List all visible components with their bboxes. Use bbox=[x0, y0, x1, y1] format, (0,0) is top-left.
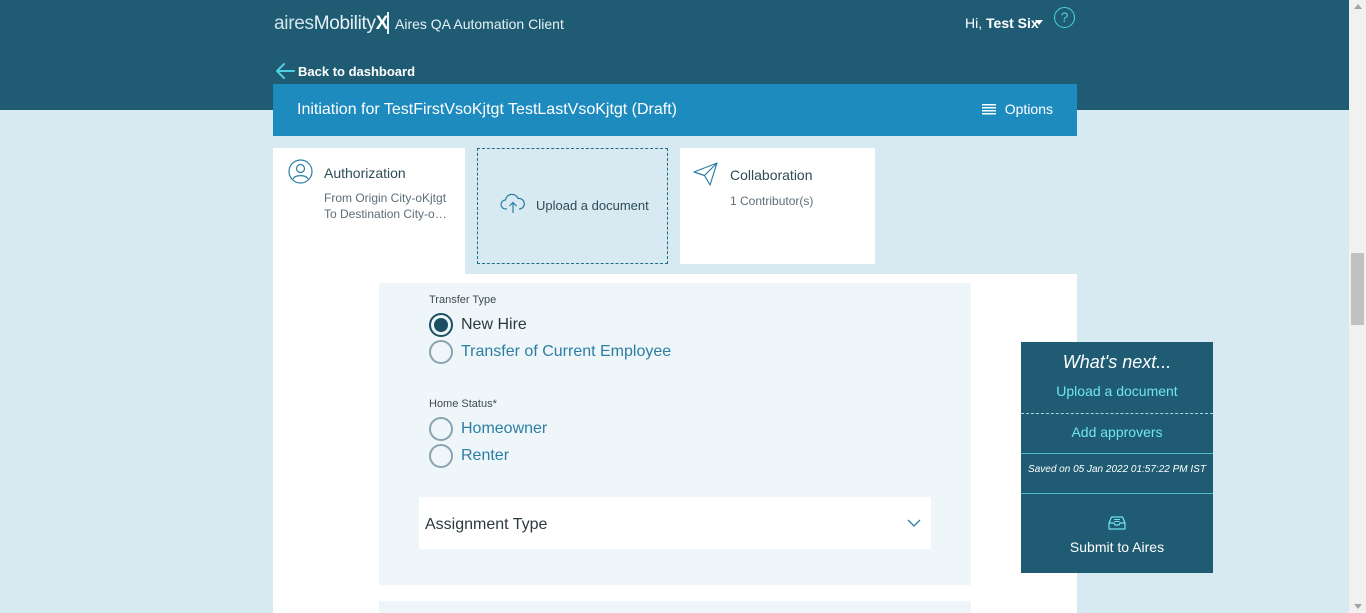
radio-button[interactable] bbox=[429, 417, 453, 441]
assignment-type-dropdown[interactable]: Assignment Type bbox=[419, 497, 931, 549]
user-icon bbox=[288, 159, 313, 184]
help-icon[interactable]: ? bbox=[1054, 7, 1075, 28]
authorization-title: Authorization bbox=[324, 165, 406, 181]
user-name: Test Six bbox=[986, 15, 1039, 31]
collaboration-card[interactable]: Collaboration 1 Contributor(s) bbox=[680, 148, 875, 264]
whats-next-title: What's next... bbox=[1062, 352, 1172, 372]
transfer-type-label: Transfer Type bbox=[429, 294, 497, 306]
chevron-down-icon[interactable] bbox=[1035, 20, 1043, 25]
upload-document-card[interactable]: Upload a document bbox=[477, 148, 668, 264]
upload-document-link[interactable]: Upload a document bbox=[1021, 383, 1213, 399]
radio-new-hire[interactable]: New Hire bbox=[429, 313, 527, 337]
back-to-dashboard-link[interactable]: Back to dashboard bbox=[275, 60, 415, 82]
inbox-icon bbox=[1108, 516, 1126, 530]
client-name: Aires QA Automation Client bbox=[395, 16, 564, 32]
page-title: Initiation for TestFirstVsoKjtgt TestLas… bbox=[297, 101, 677, 118]
radio-transfer-current-employee[interactable]: Transfer of Current Employee bbox=[429, 340, 671, 364]
brand-mobility: Mobility bbox=[313, 13, 376, 34]
arrow-left-icon bbox=[276, 63, 295, 79]
cloud-upload-icon bbox=[500, 193, 525, 213]
divider bbox=[1021, 453, 1213, 454]
chevron-down-icon bbox=[907, 519, 921, 527]
destination-city: To Destination City-oKjtgt bbox=[324, 207, 454, 221]
back-label: Back to dashboard bbox=[298, 63, 416, 79]
scroll-down-icon[interactable] bbox=[1354, 604, 1362, 609]
user-menu[interactable]: Hi, Test Six bbox=[965, 15, 1039, 31]
brand-prefix: aires bbox=[274, 13, 314, 34]
radio-button[interactable] bbox=[429, 313, 453, 337]
next-form-section bbox=[379, 601, 971, 613]
page-scrollbar[interactable] bbox=[1349, 0, 1366, 613]
page-title-bar: Initiation for TestFirstVsoKjtgt TestLas… bbox=[273, 84, 1077, 136]
submit-to-aires-button[interactable]: Submit to Aires bbox=[1021, 494, 1213, 573]
options-button[interactable]: Options bbox=[981, 101, 1053, 117]
radio-renter[interactable]: Renter bbox=[429, 444, 509, 468]
upload-document-label: Upload a document bbox=[536, 198, 649, 213]
menu-icon bbox=[981, 103, 996, 114]
contributors-count: 1 Contributor(s) bbox=[730, 194, 814, 208]
add-approvers-link[interactable]: Add approvers bbox=[1021, 424, 1213, 440]
home-status-label: Home Status* bbox=[429, 398, 497, 410]
whats-next-panel: What's next... Upload a document Add app… bbox=[1021, 342, 1213, 573]
paper-plane-icon bbox=[693, 162, 718, 186]
submit-label: Submit to Aires bbox=[1069, 539, 1165, 555]
assignment-type-label: Assignment Type bbox=[425, 516, 548, 533]
brand-divider bbox=[387, 12, 389, 34]
radio-label: Transfer of Current Employee bbox=[461, 343, 672, 360]
options-label: Options bbox=[1004, 101, 1053, 117]
radio-button[interactable] bbox=[429, 444, 453, 468]
radio-label: Renter bbox=[461, 447, 510, 464]
radio-label: Homeowner bbox=[461, 420, 548, 437]
saved-timestamp: Saved on 05 Jan 2022 01:57:22 PM IST bbox=[1028, 464, 1206, 475]
radio-button[interactable] bbox=[429, 340, 453, 364]
brand-logo[interactable]: airesMobilityX bbox=[274, 13, 388, 35]
greeting-prefix: Hi, bbox=[965, 15, 983, 31]
radio-homeowner[interactable]: Homeowner bbox=[429, 417, 547, 441]
radio-label: New Hire bbox=[461, 316, 527, 333]
scroll-up-icon[interactable] bbox=[1354, 4, 1362, 9]
divider bbox=[1021, 413, 1213, 414]
collaboration-title: Collaboration bbox=[730, 167, 813, 183]
authorization-card[interactable]: Authorization From Origin City-oKjtgt To… bbox=[273, 148, 465, 278]
origin-city: From Origin City-oKjtgt bbox=[324, 191, 447, 205]
scrollbar-thumb[interactable] bbox=[1351, 253, 1364, 325]
